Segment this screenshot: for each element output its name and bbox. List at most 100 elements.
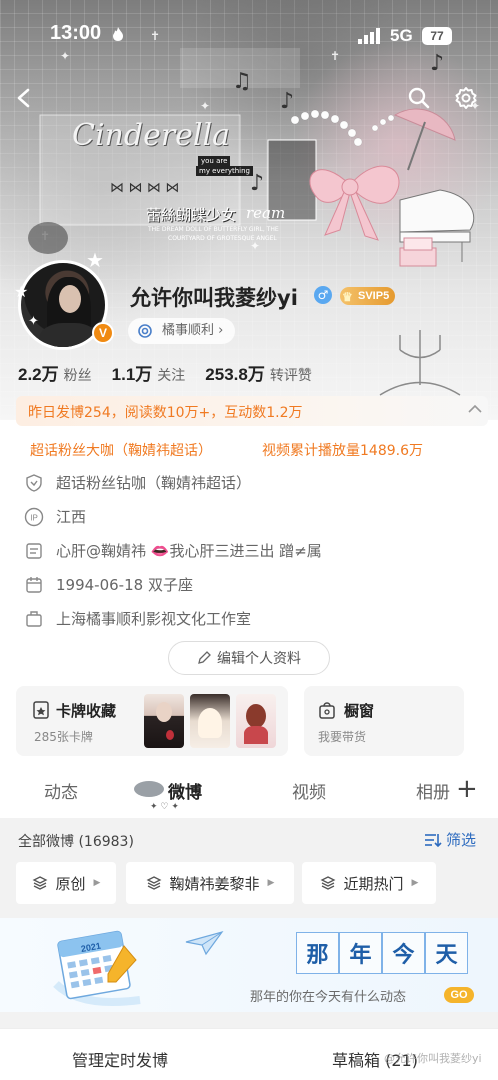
stat-followers[interactable]: 2.2万 粉丝	[18, 360, 92, 385]
bio-icon	[24, 541, 44, 561]
shopping-bag-icon	[319, 702, 335, 719]
svg-text:IP: IP	[30, 513, 38, 522]
card-thumbnail[interactable]	[144, 694, 184, 748]
chip-label: 鞠婧祎姜黎非	[169, 874, 260, 893]
activity-highlight-bar[interactable]: 昨日发博254，阅读数10万+，互动数1.2万	[16, 396, 488, 426]
stat-label: 转评赞	[269, 368, 312, 384]
filter-icon	[425, 833, 442, 847]
chip-label: 原创	[55, 874, 86, 893]
signal-icon	[358, 28, 380, 44]
info-company: 上海橘事顺利影视文化工作室	[24, 608, 251, 629]
title-char: 天	[425, 932, 468, 974]
stat-number: 2.2万	[18, 365, 59, 384]
chip-label: 近期热门	[343, 874, 404, 893]
crown-icon: ♛	[342, 290, 353, 304]
title-char: 那	[296, 932, 339, 974]
org-icon	[138, 324, 152, 338]
tab-active-sparkle-icon: ✦ ♡ ✦	[150, 802, 179, 812]
info-ip-location: IP 江西	[24, 506, 86, 527]
profile-tabs: 动态 微博 ✦ ♡ ✦ 视频 相册 +	[0, 766, 498, 814]
activity-highlight-text: 昨日发博254，阅读数10万+，互动数1.2万	[28, 405, 303, 421]
caret-right-icon: ▶	[93, 878, 101, 888]
info-bio-text: 心肝@鞠婧祎 👄我心肝三进三出 蹭≠属	[56, 542, 322, 560]
male-gender-icon: ♂	[314, 286, 332, 304]
username: 允许你叫我菱纱yi	[130, 286, 298, 310]
tab-album[interactable]: 相册	[416, 778, 450, 803]
honor-video-plays[interactable]: 视频累计播放量1489.6万	[262, 440, 423, 460]
stat-number: 253.8万	[205, 365, 265, 384]
filter-button[interactable]: 筛选	[424, 829, 476, 850]
card-collection[interactable]: 卡牌收藏 285张卡牌	[16, 686, 288, 756]
chevron-up-icon[interactable]	[468, 404, 482, 414]
avatar[interactable]: ★ ★ ✦ V	[12, 248, 114, 354]
go-button[interactable]: GO	[444, 987, 474, 1003]
scheduled-posts-button[interactable]: 管理定时发博	[72, 1047, 168, 1071]
honor-super-fan[interactable]: 超话粉丝大咖（鞠婧祎超话）	[30, 440, 212, 460]
fire-icon	[113, 27, 123, 41]
layers-icon	[320, 876, 335, 890]
tab-weibo[interactable]: 微博	[168, 778, 202, 803]
verified-badge: V	[92, 322, 114, 344]
stat-number: 1.1万	[111, 365, 153, 384]
chip-original[interactable]: 原创 ▶	[16, 862, 116, 904]
info-birthday: 1994-06-18 双子座	[24, 574, 193, 595]
company-icon	[24, 609, 44, 629]
back-arrow-icon	[17, 88, 30, 108]
title-char: 年	[339, 932, 382, 974]
watermark: @允许你叫我菱纱yi	[384, 1052, 482, 1065]
battery-indicator: 77	[422, 27, 452, 45]
status-time: 13:00	[50, 22, 102, 44]
stat-label: 粉丝	[63, 368, 92, 384]
tab-decoration-icon	[134, 781, 164, 797]
shield-icon	[24, 473, 44, 493]
stat-label: 关注	[157, 368, 186, 384]
pencil-icon	[198, 651, 211, 664]
org-tag[interactable]: 橘事顺利 ›	[128, 318, 236, 344]
card-icon	[33, 701, 49, 719]
tab-updates[interactable]: 动态	[44, 778, 78, 803]
chip-recent-hot[interactable]: 近期热门 ▶	[302, 862, 436, 904]
feed-post-count: 全部微博 (16983)	[18, 834, 134, 850]
card-shop-window[interactable]: 橱窗 我要带货	[304, 686, 464, 756]
calendar-icon	[24, 575, 44, 595]
info-birthday-text: 1994-06-18 双子座	[56, 576, 193, 594]
network-type: 5G	[390, 26, 413, 45]
filter-label: 筛选	[446, 831, 477, 849]
star-decoration-icon: ★	[14, 282, 29, 301]
search-icon	[408, 87, 430, 109]
caret-right-icon: ▶	[411, 878, 419, 888]
on-this-day-subtitle: 那年的你在今天有什么动态	[250, 990, 407, 1005]
stat-interactions[interactable]: 253.8万 转评赞	[205, 360, 312, 385]
stat-following[interactable]: 1.1万 关注	[112, 360, 186, 385]
card-collection-title: 卡牌收藏	[56, 702, 117, 720]
title-char: 今	[382, 932, 425, 974]
settings-button[interactable]	[450, 82, 482, 114]
svip-badge[interactable]: ♛ SVIP5	[340, 287, 396, 305]
edit-profile-button[interactable]: 编辑个人资料	[168, 641, 330, 675]
add-tab-icon[interactable]: +	[456, 776, 478, 802]
info-super-fan-text: 超话粉丝钻咖（鞠婧祎超话）	[56, 474, 252, 492]
info-company-text: 上海橘事顺利影视文化工作室	[56, 610, 252, 628]
info-bio: 心肝@鞠婧祎 👄我心肝三进三出 蹭≠属	[24, 540, 322, 561]
star-decoration-icon: ★	[86, 248, 104, 272]
info-location-text: 江西	[56, 508, 87, 526]
gear-icon	[455, 87, 477, 109]
card-thumbnail[interactable]	[236, 694, 276, 748]
card-shop-subtitle: 我要带货	[318, 730, 367, 744]
card-shop-title: 橱窗	[344, 702, 375, 720]
card-collection-subtitle: 285张卡牌	[34, 730, 93, 744]
star-decoration-icon: ✦	[28, 314, 39, 329]
back-button[interactable]	[8, 82, 40, 114]
card-thumbnail[interactable]	[190, 694, 230, 748]
edit-profile-label: 编辑个人资料	[217, 651, 301, 667]
tab-video[interactable]: 视频	[292, 778, 326, 803]
org-tag-label: 橘事顺利 ›	[162, 323, 224, 338]
profile-stats: 2.2万 粉丝 1.1万 关注 253.8万 转评赞	[18, 360, 312, 385]
search-button[interactable]	[403, 82, 435, 114]
layers-icon	[32, 876, 47, 890]
status-bar: 13:00 5G 77	[0, 0, 498, 70]
chip-tag[interactable]: 鞠婧祎姜黎非 ▶	[126, 862, 294, 904]
info-super-fan: 超话粉丝钻咖（鞠婧祎超话）	[24, 472, 251, 493]
on-this-day-title: 那 年 今 天	[296, 932, 468, 974]
ip-icon: IP	[24, 507, 44, 527]
